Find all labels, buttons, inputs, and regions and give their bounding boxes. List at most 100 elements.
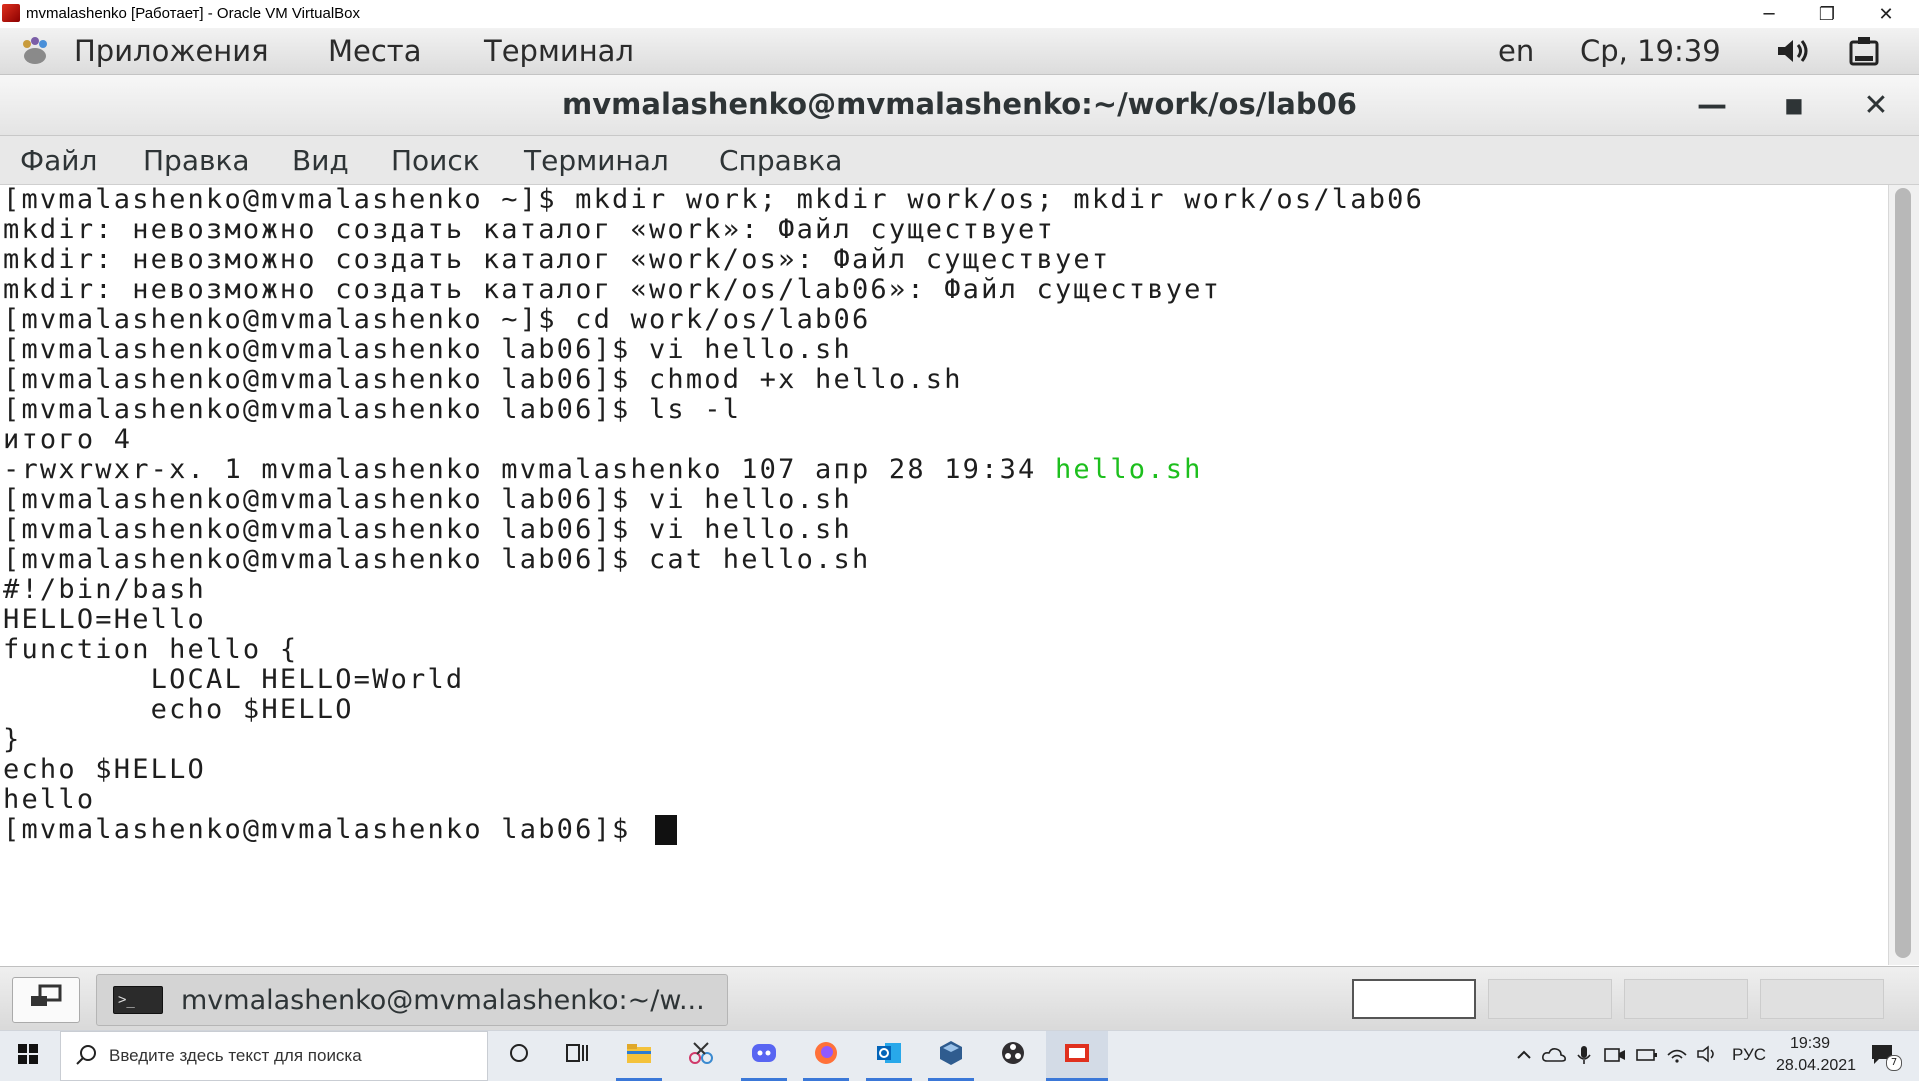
volume-icon[interactable] xyxy=(1774,36,1814,66)
windows-logo-icon xyxy=(18,1044,38,1068)
vm-running-icon xyxy=(1063,1040,1091,1072)
workspace-4[interactable] xyxy=(1760,979,1884,1019)
vbox-restore-button[interactable]: ❐ xyxy=(1798,0,1856,28)
search-icon xyxy=(75,1044,97,1072)
places-menu[interactable]: Места xyxy=(328,34,421,68)
virtualbox-logo-icon xyxy=(2,4,20,22)
workspace-1[interactable] xyxy=(1352,979,1476,1019)
taskbar-time[interactable]: 19:39 xyxy=(1790,1035,1830,1053)
menu-help[interactable]: Справка xyxy=(719,144,842,177)
virtualbox-icon xyxy=(938,1040,964,1072)
firefox-icon xyxy=(813,1040,839,1072)
taskbar-obs[interactable] xyxy=(984,1031,1042,1081)
terminal-maximize-button[interactable]: ■ xyxy=(1772,85,1816,125)
terminal-line: [mvmalashenko@mvmalashenko lab06]$ chmod… xyxy=(3,364,963,395)
terminal-line: [mvmalashenko@mvmalashenko lab06]$ vi he… xyxy=(3,484,852,515)
terminal-prompt-line[interactable]: [mvmalashenko@mvmalashenko lab06]$ xyxy=(3,815,677,845)
discord-icon xyxy=(750,1042,778,1070)
terminal-icon: >_ xyxy=(113,986,163,1014)
taskbar-firefox[interactable] xyxy=(797,1031,855,1081)
meet-now-icon[interactable] xyxy=(1604,1045,1626,1069)
terminal-line: [mvmalashenko@mvmalashenko lab06]$ vi he… xyxy=(3,334,852,365)
taskbar-outlook[interactable] xyxy=(860,1031,918,1081)
taskbar-terminal-item[interactable]: >_ mvmalashenko@mvmalashenko:~/w... xyxy=(96,974,728,1026)
terminal-line-ls: -rwxrwxr-x. 1 mvmalashenko mvmalashenko … xyxy=(3,455,1203,485)
outlook-icon xyxy=(875,1041,903,1071)
panel-clock[interactable]: Ср, 19:39 xyxy=(1580,34,1721,68)
vbox-window-title: mvmalashenko [Работает] - Oracle VM Virt… xyxy=(26,5,361,22)
terminal-line: #!/bin/bash xyxy=(3,574,207,605)
terminal-line: [mvmalashenko@mvmalashenko ~]$ cd work/o… xyxy=(3,304,871,335)
taskbar-snipping[interactable] xyxy=(672,1031,730,1081)
gnome-foot-icon xyxy=(18,36,52,66)
applications-menu[interactable]: Приложения xyxy=(74,34,269,68)
terminal-line: } xyxy=(3,724,22,755)
speaker-icon[interactable] xyxy=(1696,1045,1718,1067)
notification-center-button[interactable]: 7 xyxy=(1870,1043,1902,1071)
onedrive-cloud-icon[interactable] xyxy=(1542,1047,1566,1067)
ls-filename: hello.sh xyxy=(1054,454,1203,485)
gnome-bottom-panel: >_ mvmalashenko@mvmalashenko:~/w... xyxy=(0,966,1919,1031)
terminal-line: hello xyxy=(3,784,96,815)
taskbar-terminal-label: mvmalashenko@mvmalashenko:~/w... xyxy=(181,985,705,1016)
vbox-close-button[interactable]: ✕ xyxy=(1857,0,1915,28)
terminal-line: mkdir: невозможно создать каталог «work/… xyxy=(3,244,1111,275)
taskbar-date[interactable]: 28.04.2021 xyxy=(1776,1057,1856,1075)
menu-search[interactable]: Поиск xyxy=(391,144,480,177)
terminal-line: [mvmalashenko@mvmalashenko lab06]$ cat h… xyxy=(3,544,871,575)
windows-taskbar: Введите здесь текст для поиска РУС 19:39… xyxy=(0,1030,1919,1081)
terminal-close-button[interactable]: ✕ xyxy=(1854,85,1898,125)
scissors-icon xyxy=(688,1041,714,1071)
workspace-2[interactable] xyxy=(1488,979,1612,1019)
vbox-minimize-button[interactable]: ─ xyxy=(1740,0,1798,28)
terminal-line: [mvmalashenko@mvmalashenko lab06]$ vi he… xyxy=(3,514,852,545)
workspace-3[interactable] xyxy=(1624,979,1748,1019)
terminal-scrollbar-thumb[interactable] xyxy=(1895,188,1911,958)
show-desktop-icon xyxy=(28,984,64,1017)
terminal-output[interactable]: [mvmalashenko@mvmalashenko ~]$ mkdir wor… xyxy=(0,185,1888,965)
ls-entry-text: -rwxrwxr-x. 1 mvmalashenko mvmalashenko … xyxy=(3,454,1055,485)
menu-edit[interactable]: Правка xyxy=(143,144,250,177)
terminal-line: [mvmalashenko@mvmalashenko lab06]$ ls -l xyxy=(3,394,742,425)
terminal-line: HELLO=Hello xyxy=(3,604,207,635)
menu-file[interactable]: Файл xyxy=(20,144,97,177)
terminal-app-menu[interactable]: Терминал xyxy=(484,34,634,68)
taskbar-virtualbox[interactable] xyxy=(922,1031,980,1081)
keyboard-layout-indicator[interactable]: en xyxy=(1498,34,1534,68)
task-view-icon xyxy=(565,1042,589,1070)
input-language-indicator[interactable]: РУС xyxy=(1732,1045,1766,1065)
terminal-line: итого 4 xyxy=(3,424,133,455)
menu-view[interactable]: Вид xyxy=(292,144,349,177)
cortana-button[interactable] xyxy=(490,1031,548,1081)
terminal-titlebar: mvmalashenko@mvmalashenko:~/work/os/lab0… xyxy=(0,75,1919,136)
terminal-line: [mvmalashenko@mvmalashenko ~]$ mkdir wor… xyxy=(3,185,1425,215)
prompt-text: [mvmalashenko@mvmalashenko lab06]$ xyxy=(3,814,649,845)
power-icon[interactable] xyxy=(1846,34,1882,68)
wifi-icon[interactable] xyxy=(1666,1045,1688,1067)
terminal-line: echo $HELLO xyxy=(3,754,207,785)
windows-search-box[interactable]: Введите здесь текст для поиска xyxy=(60,1031,488,1081)
terminal-window-title: mvmalashenko@mvmalashenko:~/work/os/lab0… xyxy=(562,87,1357,121)
obs-icon xyxy=(1000,1040,1026,1072)
taskbar-discord[interactable] xyxy=(735,1031,793,1081)
tray-chevron-up-icon[interactable] xyxy=(1516,1047,1532,1067)
terminal-cursor xyxy=(654,815,677,845)
windows-start-button[interactable] xyxy=(0,1031,56,1081)
microphone-icon[interactable] xyxy=(1576,1045,1592,1069)
vbox-titlebar: mvmalashenko [Работает] - Oracle VM Virt… xyxy=(0,0,1919,28)
task-view-button[interactable] xyxy=(548,1031,606,1081)
taskbar-vm-window[interactable] xyxy=(1046,1031,1108,1081)
cortana-circle-icon xyxy=(508,1042,530,1070)
show-desktop-button[interactable] xyxy=(12,977,80,1023)
terminal-line: mkdir: невозможно создать каталог «work/… xyxy=(3,274,1222,305)
battery-icon[interactable] xyxy=(1636,1047,1658,1066)
terminal-minimize-button[interactable]: — xyxy=(1690,85,1734,125)
menu-terminal[interactable]: Терминал xyxy=(524,144,669,177)
terminal-menubar: Файл Правка Вид Поиск Терминал Справка xyxy=(0,136,1919,185)
notification-count-badge: 7 xyxy=(1886,1055,1902,1071)
file-explorer-icon xyxy=(626,1042,652,1070)
search-placeholder: Введите здесь текст для поиска xyxy=(109,1046,362,1065)
terminal-line: echo $HELLO xyxy=(3,694,354,725)
taskbar-file-explorer[interactable] xyxy=(610,1031,668,1081)
terminal-line: function hello { xyxy=(3,634,299,665)
